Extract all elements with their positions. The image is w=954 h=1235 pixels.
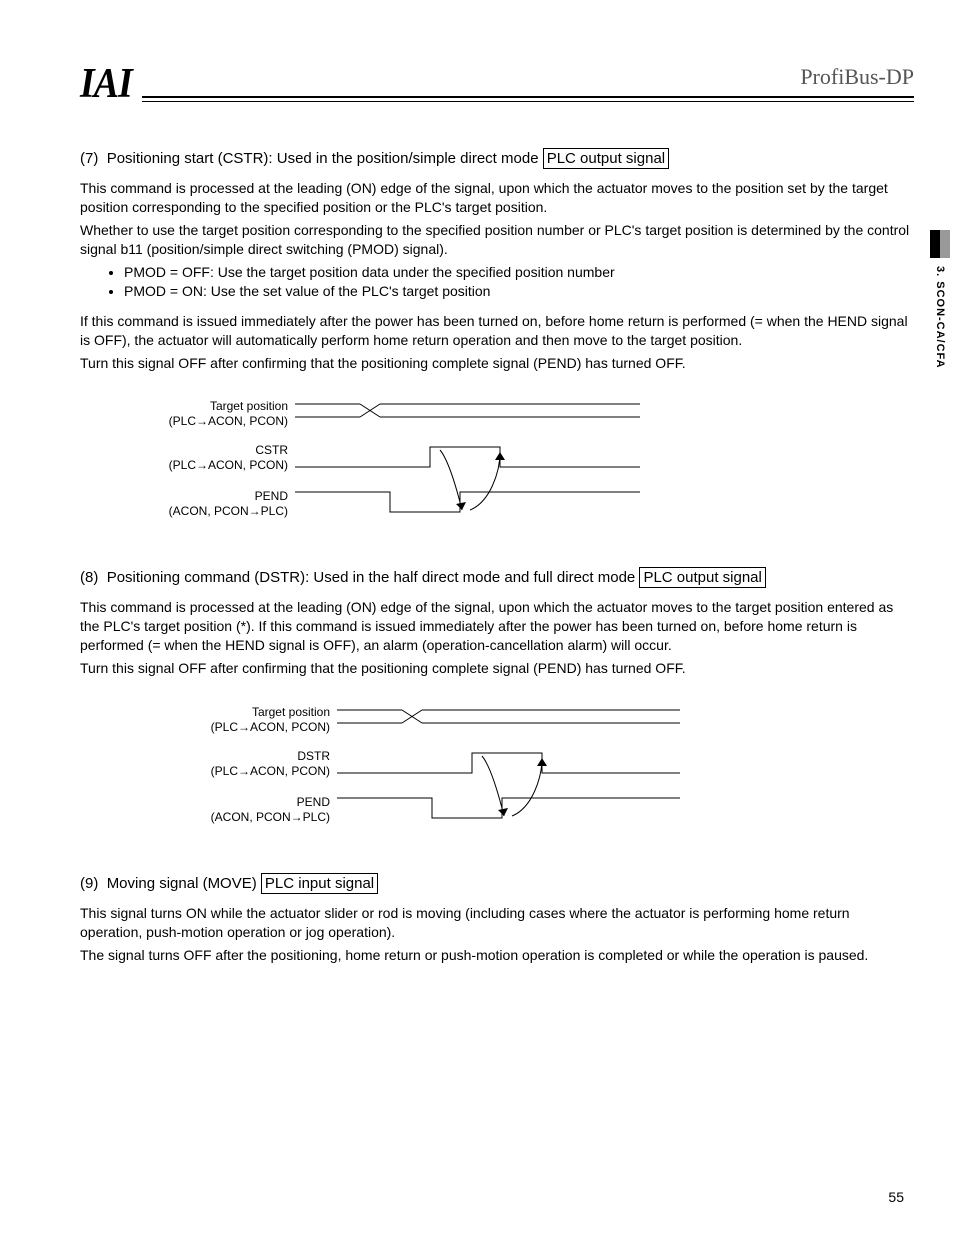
logo: IAI [80,60,132,108]
diagram-label: Target position [252,705,330,719]
section-number: (8) [80,569,98,586]
header-rule [142,96,914,102]
bullet-list: PMOD = OFF: Use the target position data… [110,263,914,302]
paragraph: This command is processed at the leading… [80,598,914,655]
diagram-label: DSTR [297,749,330,763]
diagram-label: PEND [297,795,331,809]
paragraph: The signal turns OFF after the positioni… [80,946,914,965]
diagram-label: PEND [255,489,289,503]
paragraph: If this command is issued immediately af… [80,312,914,350]
signal-type-badge: PLC output signal [543,148,669,169]
diagram-label: (PLC→ACON, PCON) [211,720,330,734]
paragraph: This signal turns ON while the actuator … [80,904,914,942]
paragraph: Whether to use the target position corre… [80,221,914,259]
diagram-label: (ACON, PCON→PLC) [169,504,288,518]
section-8-heading: (8) Positioning command (DSTR): Used in … [80,567,914,588]
timing-diagram-cstr: Target position (PLC→ACON, PCON) CSTR (P… [140,392,914,537]
section-title: Moving signal (MOVE) [107,875,257,892]
section-7-heading: (7) Positioning start (CSTR): Used in th… [80,148,914,169]
signal-type-badge: PLC output signal [639,567,765,588]
diagram-label: (ACON, PCON→PLC) [211,810,330,824]
list-item: PMOD = ON: Use the set value of the PLC'… [124,282,914,302]
signal-type-badge: PLC input signal [261,873,378,894]
section-number: (7) [80,150,98,167]
section-number: (9) [80,875,98,892]
page-number: 55 [888,1189,904,1205]
paragraph: This command is processed at the leading… [80,179,914,217]
brand-label: ProfiBus-DP [800,64,914,90]
section-9-heading: (9) Moving signal (MOVE) PLC input signa… [80,873,914,894]
page-header: IAI ProfiBus-DP [80,60,914,108]
paragraph: Turn this signal OFF after confirming th… [80,659,914,678]
section-title: Positioning start (CSTR): Used in the po… [107,150,539,167]
list-item: PMOD = OFF: Use the target position data… [124,263,914,283]
diagram-label: CSTR [255,443,288,457]
diagram-label: (PLC→ACON, PCON) [169,414,288,428]
diagram-label: Target position [210,399,288,413]
chapter-tab: 3. SCON-CA/CFA [926,230,954,369]
chapter-tab-label: 3. SCON-CA/CFA [934,266,946,369]
section-title: Positioning command (DSTR): Used in the … [107,569,636,586]
paragraph: Turn this signal OFF after confirming th… [80,354,914,373]
diagram-label: (PLC→ACON, PCON) [169,458,288,472]
diagram-label: (PLC→ACON, PCON) [211,764,330,778]
timing-diagram-dstr: Target position (PLC→ACON, PCON) DSTR (P… [140,698,914,843]
